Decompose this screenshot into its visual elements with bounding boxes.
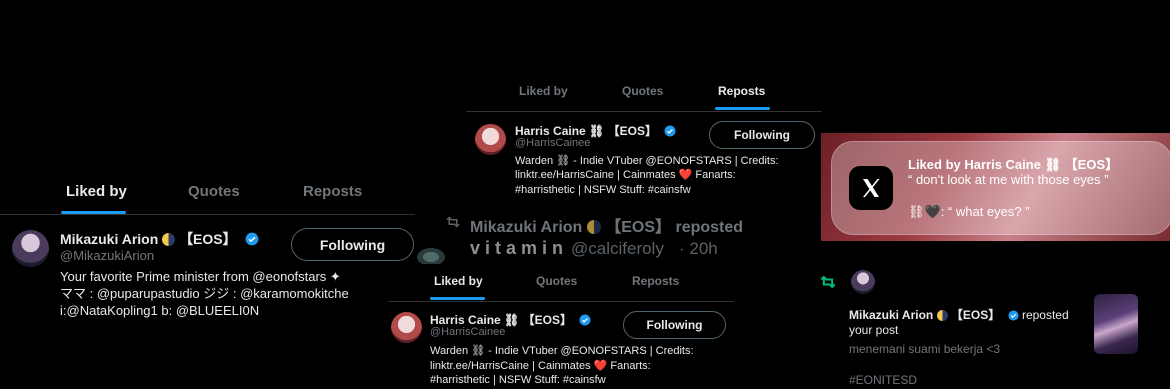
tab-quotes[interactable]: Quotes [188, 183, 240, 200]
post-time[interactable]: · 20h [679, 239, 718, 259]
notification-background: Liked by Harris Caine ⛓ 【EOS】 “ don't lo… [821, 133, 1170, 241]
reposter-avatar[interactable] [851, 270, 875, 294]
reposter-tag: 【EOS】 [605, 219, 672, 236]
verified-badge-icon [579, 314, 591, 326]
reposter-name[interactable]: Mikazuki Arion [849, 308, 933, 322]
verified-badge-icon [664, 125, 676, 137]
moon-icon [162, 233, 176, 246]
repost-header: Mikazuki Arion 【EOS】 reposted v i t a m … [444, 212, 804, 264]
user-handle: @MikazukiArion [60, 248, 155, 263]
following-button[interactable]: Following [291, 228, 414, 261]
bio-line: #harristhetic | NSFW Stuff: #cainsfw [430, 374, 606, 387]
user-handle: @HarrisCainee [430, 326, 506, 338]
panel-harris-likes: Liked by Quotes Reposts Harris Caine ⛓ 【… [388, 264, 734, 389]
reposted-by-text: Mikazuki Arion 【EOS】 reposted [470, 213, 743, 237]
notification-line-2: ⛓🖤: “ what eyes? ” [908, 204, 1030, 219]
moon-icon [586, 220, 601, 234]
reposter-name: Mikazuki Arion [470, 219, 583, 236]
post-author-handle[interactable]: @calciferoly [571, 239, 664, 259]
tab-reposts[interactable]: Reposts [303, 183, 362, 200]
tab-divider [0, 214, 415, 215]
verified-badge-icon [1008, 310, 1019, 321]
user-name-text: Mikazuki Arion [60, 231, 159, 247]
reposted-post-text: menemani suami bekerja <3 [849, 342, 1001, 356]
user-bio: Warden ⛓ - Indie VTuber @EONOFSTARS | Cr… [515, 154, 820, 197]
moon-icon [936, 310, 948, 321]
bio-line: linktr.ee/HarrisCaine | Cainmates ❤️ Fan… [515, 169, 736, 182]
tab-liked-by[interactable]: Liked by [66, 183, 127, 200]
tab-reposts[interactable]: Reposts [632, 274, 679, 288]
user-name[interactable]: Mikazuki Arion 【EOS】 [60, 229, 259, 249]
verified-badge-icon [245, 232, 258, 246]
tab-quotes[interactable]: Quotes [536, 274, 577, 288]
bio-line: Warden ⛓ - Indie VTuber @EONOFSTARS | Cr… [515, 155, 779, 167]
tab-divider [388, 301, 734, 302]
user-tag: 【EOS】 [522, 313, 572, 327]
notification-title: Liked by Harris Caine ⛓ 【EOS】 [908, 157, 1119, 172]
bio-line: Warden ⛓ - Indie VTuber @EONOFSTARS | Cr… [430, 345, 694, 357]
user-bio: Your favorite Prime minister from @eonof… [60, 268, 400, 319]
notification-card[interactable]: Liked by Harris Caine ⛓ 【EOS】 “ don't lo… [831, 141, 1170, 235]
following-button[interactable]: Following [623, 311, 726, 339]
bio-line: #harristhetic | NSFW Stuff: #cainsfw [515, 183, 691, 196]
reposted-post-hashtag[interactable]: #EONITESD [849, 373, 917, 387]
user-tag: 【EOS】 [607, 124, 657, 138]
repost-icon [446, 216, 460, 228]
user-tag: 【EOS】 [179, 231, 237, 247]
repost-icon [820, 275, 836, 289]
following-button[interactable]: Following [709, 121, 815, 149]
tab-reposts[interactable]: Reposts [718, 84, 765, 98]
repost-notification[interactable]: Mikazuki Arion 【EOS】 reposted your post … [818, 262, 1170, 389]
tab-divider [466, 111, 822, 112]
user-handle: @HarrisCainee [515, 137, 591, 149]
active-tab-indicator [715, 107, 770, 110]
tab-quotes[interactable]: Quotes [622, 84, 663, 98]
repost-notice-line-2: your post [849, 323, 899, 337]
tab-liked-by[interactable]: Liked by [434, 274, 483, 288]
user-avatar[interactable] [475, 124, 506, 155]
bio-line: linktr.ee/HarrisCaine | Cainmates ❤️ Fan… [430, 359, 651, 372]
post-author-name[interactable]: v i t a m i n [470, 238, 563, 259]
user-avatar[interactable] [391, 312, 422, 343]
reposted-label: reposted [675, 219, 744, 236]
user-name-text: Harris Caine ⛓ [430, 313, 520, 327]
bio-line: Your favorite Prime minister from @eonof… [60, 269, 341, 284]
user-avatar[interactable] [12, 230, 49, 267]
user-name-text: Harris Caine ⛓ [515, 124, 605, 138]
post-thumbnail-image[interactable] [1094, 294, 1138, 354]
x-logo-icon [849, 166, 893, 210]
user-bio: Warden ⛓ - Indie VTuber @EONOFSTARS | Cr… [430, 344, 730, 388]
tab-liked-by[interactable]: Liked by [519, 84, 568, 98]
notification-line-1: “ don't look at me with those eyes ” [908, 172, 1109, 187]
bio-line: ママ : @puparupastudio ジジ : @karamomokitch… [60, 286, 349, 302]
bio-line: i:@NataKopling1 b: @BLUEELI0N [60, 303, 260, 319]
reposted-label: reposted [1021, 308, 1069, 322]
active-tab-indicator [430, 297, 485, 300]
panel-harris-reposts: Liked by Quotes Reposts Harris Caine ⛓ 【… [466, 74, 822, 197]
repost-notice-text: Mikazuki Arion 【EOS】 reposted [849, 306, 1069, 323]
reposter-tag: 【EOS】 [950, 308, 1001, 322]
